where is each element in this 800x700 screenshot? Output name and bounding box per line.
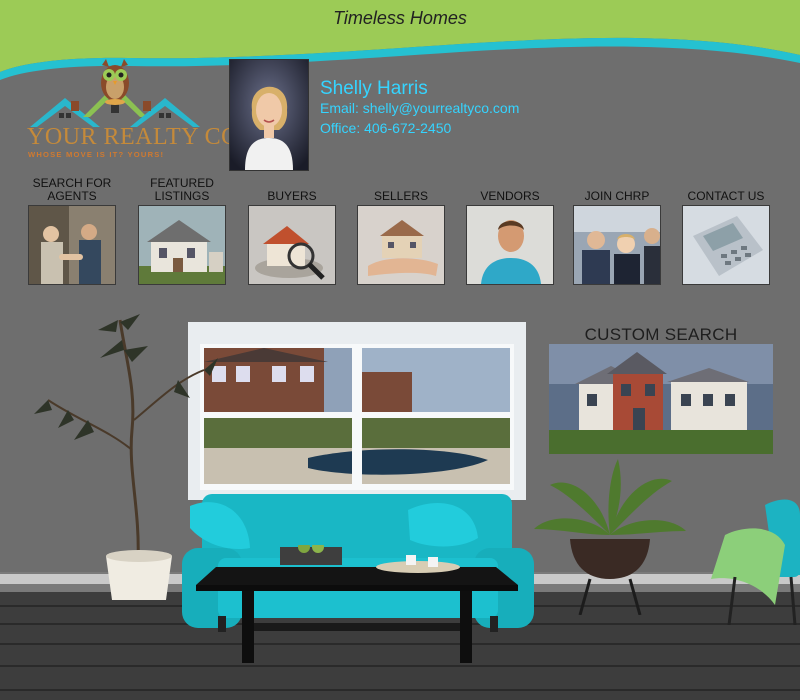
custom-search-house-image[interactable] <box>549 344 773 454</box>
nav-join-chrp[interactable]: JOIN CHRP <box>572 176 662 285</box>
agent-photo <box>229 59 309 171</box>
group-icon <box>573 205 661 285</box>
nav-label: VENDORS <box>480 189 540 203</box>
nav-label: JOIN CHRP <box>584 189 650 203</box>
coffee-table <box>196 545 518 663</box>
nav-label: SELLERS <box>373 189 429 203</box>
site-title: Timeless Homes <box>333 8 467 28</box>
phone-icon <box>682 205 770 285</box>
nav-label: SEARCH FOR AGENTS <box>32 176 112 203</box>
person-icon <box>466 205 554 285</box>
nav-sellers[interactable]: SELLERS <box>356 176 446 285</box>
handshake-icon <box>28 205 116 285</box>
nav-featured-listings[interactable]: FEATURED LISTINGS <box>137 176 227 285</box>
side-chair <box>711 499 800 625</box>
window-view <box>188 322 526 500</box>
nav-label: BUYERS <box>267 189 317 203</box>
agent-email[interactable]: Email: shelly@yourrealtyco.com <box>320 100 519 116</box>
nav-search-agents[interactable]: SEARCH FOR AGENTS <box>27 176 117 285</box>
nav-label: CONTACT US <box>687 189 765 203</box>
custom-search-label[interactable]: CUSTOM SEARCH <box>550 325 772 345</box>
magnifier-house-icon <box>248 205 336 285</box>
potted-plant-right <box>534 459 686 615</box>
nav-vendors[interactable]: VENDORS <box>465 176 555 285</box>
nav-contact-us[interactable]: CONTACT US <box>681 176 771 285</box>
agent-name: Shelly Harris <box>320 78 428 99</box>
logo-wordmark: YOUR REALTY CO <box>27 124 239 150</box>
house-icon <box>138 205 226 285</box>
house-in-hand-icon <box>357 205 445 285</box>
logo-tagline: WHOSE MOVE IS IT? YOURS! <box>28 150 165 159</box>
nav-buyers[interactable]: BUYERS <box>247 176 337 285</box>
agent-phone[interactable]: Office: 406-672-2450 <box>320 120 451 136</box>
nav-label: FEATURED LISTINGS <box>150 176 214 203</box>
